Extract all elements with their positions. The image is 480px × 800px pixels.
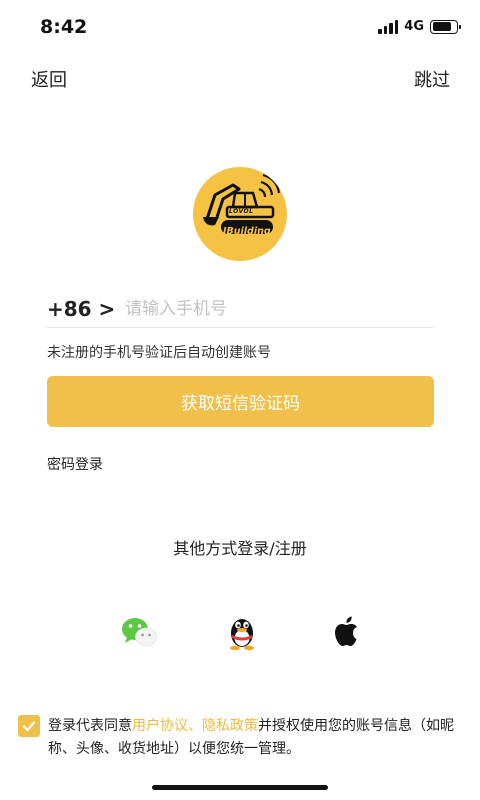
- other-login-title: 其他方式登录/注册: [173, 539, 307, 558]
- agreement-checkbox[interactable]: [18, 715, 40, 737]
- agreement-prefix: 登录代表同意: [48, 718, 132, 734]
- status-bar: 8:42 4G: [0, 0, 480, 56]
- logo-brand-text: IBuilding: [223, 226, 271, 237]
- phone-input-row: +86 >: [47, 290, 433, 328]
- signal-icon: [378, 19, 399, 34]
- network-type: 4G: [404, 19, 424, 34]
- battery-icon: [430, 19, 461, 34]
- get-sms-code-button[interactable]: 获取短信验证码: [47, 376, 434, 427]
- status-time: 8:42: [40, 16, 88, 38]
- home-indicator: [152, 785, 328, 790]
- password-login-link[interactable]: 密码登录: [47, 454, 103, 474]
- qq-login-button[interactable]: [222, 612, 262, 652]
- back-button[interactable]: 返回: [31, 66, 67, 92]
- user-agreement-link[interactable]: 用户协议: [132, 718, 188, 734]
- apple-icon: [335, 616, 357, 646]
- agreement-separator: 、: [188, 718, 202, 734]
- register-hint: 未注册的手机号验证后自动创建账号: [47, 345, 271, 361]
- app-logo: LOVOL IBuilding: [193, 167, 287, 261]
- country-code-selector[interactable]: +86 >: [47, 297, 125, 321]
- logo-lovol-text: LOVOL: [229, 208, 254, 215]
- agreement-text: 登录代表同意用户协议、隐私政策并授权使用您的账号信息（如昵称、头像、收货地址）以…: [48, 715, 468, 761]
- skip-button[interactable]: 跳过: [414, 66, 450, 92]
- wechat-login-button[interactable]: [119, 612, 159, 652]
- checkmark-icon: [22, 721, 36, 732]
- privacy-policy-link[interactable]: 隐私政策: [202, 718, 258, 734]
- apple-login-button[interactable]: [326, 612, 366, 652]
- status-indicators: 4G: [378, 19, 461, 34]
- wechat-icon: [122, 618, 157, 648]
- qq-icon: [230, 619, 254, 651]
- phone-input[interactable]: [125, 298, 405, 319]
